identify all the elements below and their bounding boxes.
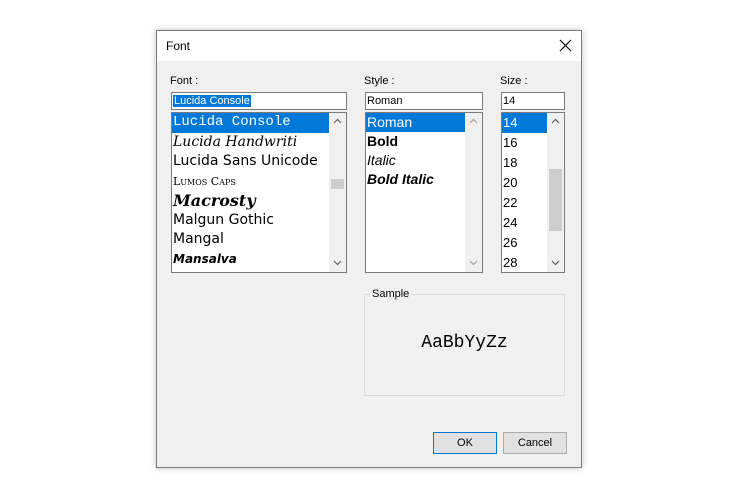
font-list-scrollbar[interactable]	[329, 113, 346, 272]
chevron-down-icon	[469, 260, 478, 266]
size-input[interactable]: 14	[501, 92, 565, 110]
style-list-item[interactable]: Bold Italic	[366, 170, 466, 189]
chevron-down-icon	[551, 260, 560, 266]
font-scroll-thumb[interactable]	[331, 179, 344, 189]
style-input-value: Roman	[367, 95, 403, 107]
font-list-item[interactable]: Lumos Caps	[172, 172, 330, 192]
font-list-item[interactable]: Mansalva	[172, 250, 330, 270]
size-list-item[interactable]: 26	[502, 233, 548, 253]
style-list-item[interactable]: Bold	[366, 132, 466, 151]
chevron-down-icon	[333, 260, 342, 266]
font-list-item[interactable]: Mangal	[172, 230, 330, 250]
font-input-value: Lucida Console	[173, 95, 251, 107]
chevron-up-icon	[551, 118, 560, 124]
size-list[interactable]: 14 16 18 20 22 24 26 28	[501, 112, 565, 273]
close-button[interactable]	[551, 31, 581, 61]
sample-preview-text: AaBbYyZz	[421, 333, 508, 353]
size-list-item[interactable]: 14	[502, 113, 548, 133]
font-list-item[interactable]: Lucida Sans Unicode	[172, 152, 330, 172]
style-input[interactable]: Roman	[365, 92, 483, 110]
dialog-title: Font	[166, 39, 191, 53]
style-list[interactable]: Roman Bold Italic Bold Italic	[365, 112, 483, 273]
sample-group: Sample AaBbYyZz	[364, 288, 565, 396]
size-list-item[interactable]: 20	[502, 173, 548, 193]
size-list-item[interactable]: 22	[502, 193, 548, 213]
font-label: Font :	[170, 75, 199, 87]
sample-label: Sample	[370, 288, 412, 300]
font-input[interactable]: Lucida Console	[171, 92, 347, 110]
size-input-value: 14	[503, 95, 516, 107]
size-scroll-down-button[interactable]	[547, 255, 564, 272]
close-icon	[559, 39, 572, 52]
style-scroll-up-button[interactable]	[465, 113, 482, 130]
font-list-item[interactable]: Malgun Gothic	[172, 211, 330, 231]
size-scroll-up-button[interactable]	[547, 113, 564, 130]
size-list-item[interactable]: 18	[502, 153, 548, 173]
font-list-item[interactable]: Macrosty	[172, 191, 330, 211]
font-dialog: Font Font : Lucida Console Lucida Consol…	[156, 30, 582, 468]
chevron-up-icon	[333, 118, 342, 124]
size-scroll-thumb[interactable]	[549, 169, 562, 231]
font-scroll-up-button[interactable]	[329, 113, 346, 130]
font-list-item[interactable]: Lucida Console	[172, 113, 330, 133]
ok-button[interactable]: OK	[433, 432, 497, 454]
style-list-item[interactable]: Italic	[366, 151, 466, 170]
title-bar[interactable]: Font	[157, 31, 581, 61]
font-scroll-down-button[interactable]	[329, 255, 346, 272]
font-list-item[interactable]: Lucida Handwriti	[172, 133, 330, 153]
style-list-scrollbar[interactable]	[465, 113, 482, 272]
style-list-item[interactable]: Roman	[366, 113, 466, 132]
chevron-up-icon	[469, 118, 478, 124]
font-list[interactable]: Lucida Console Lucida Handwriti Lucida San…	[171, 112, 347, 273]
cancel-button[interactable]: Cancel	[503, 432, 567, 454]
size-list-item[interactable]: 28	[502, 253, 548, 272]
style-label: Style :	[364, 75, 395, 87]
style-scroll-down-button[interactable]	[465, 255, 482, 272]
size-list-scrollbar[interactable]	[547, 113, 564, 272]
size-list-item[interactable]: 16	[502, 133, 548, 153]
size-label: Size :	[500, 75, 528, 87]
size-list-item[interactable]: 24	[502, 213, 548, 233]
